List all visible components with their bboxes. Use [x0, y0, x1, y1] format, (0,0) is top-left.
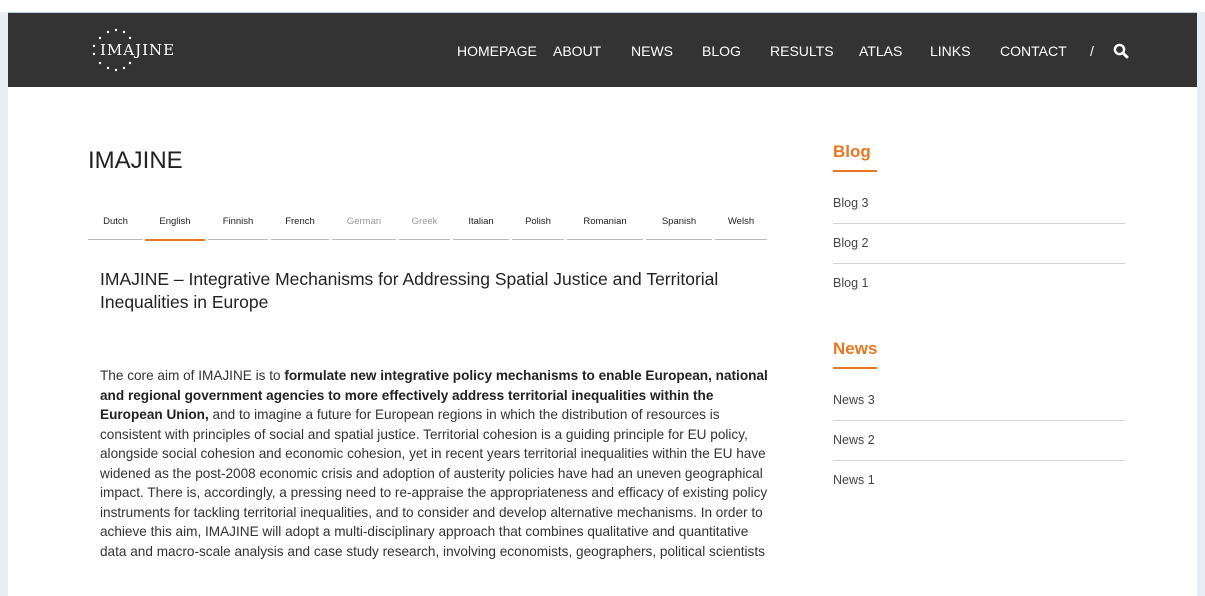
nav-separator: /: [1090, 43, 1094, 59]
page-title: IMAJINE: [88, 147, 183, 174]
tab-label: Romanian: [583, 216, 627, 227]
search-icon[interactable]: [1112, 42, 1130, 60]
sidebar-news-heading: News: [833, 339, 878, 358]
tab-label: Italian: [468, 216, 494, 227]
sidebar-item-label: Blog 2: [833, 236, 869, 250]
tab-label: Finnish: [222, 216, 254, 227]
sidebar-news-underline: [833, 367, 877, 369]
tab-spanish[interactable]: Spanish: [646, 210, 712, 240]
tab-finnish[interactable]: Finnish: [208, 210, 268, 240]
sidebar-news-item[interactable]: News 2: [833, 421, 1125, 461]
nav-blog[interactable]: BLOG: [702, 43, 741, 59]
article-body: The core aim of IMAJINE is to formulate …: [100, 366, 774, 561]
sidebar-blog-item[interactable]: Blog 2: [833, 224, 1125, 264]
tab-label: Welsh: [727, 216, 755, 227]
sidebar-blog-heading: Blog: [833, 142, 871, 161]
tab-label: French: [285, 216, 315, 227]
sidebar-blog-underline: [833, 170, 877, 172]
sidebar-blog-item[interactable]: Blog 3: [833, 184, 1125, 224]
tab-label: Greek: [411, 216, 438, 227]
body-intro: The core aim of IMAJINE is to: [100, 368, 285, 383]
sidebar-item-label: News 2: [833, 433, 875, 447]
tab-english[interactable]: English: [145, 210, 205, 241]
tab-german[interactable]: German: [332, 210, 396, 240]
nav-news[interactable]: NEWS: [631, 43, 673, 59]
tab-label: Polish: [525, 216, 551, 227]
sidebar-item-label: News 1: [833, 473, 875, 487]
article-heading: IMAJINE – Integrative Mechanisms for Add…: [100, 269, 719, 312]
nav-atlas[interactable]: ATLAS: [859, 43, 902, 59]
site-logo[interactable]: IMAJINE: [88, 27, 188, 73]
tab-italian[interactable]: Italian: [453, 210, 509, 240]
tab-french[interactable]: French: [271, 210, 329, 240]
tab-romanian[interactable]: Romanian: [567, 210, 643, 240]
tab-polish[interactable]: Polish: [512, 210, 564, 240]
tab-dutch[interactable]: Dutch: [88, 210, 143, 240]
body-rest: and to imagine a future for European reg…: [100, 407, 768, 559]
page: IMAJINE HOMEPAGE ABOUT NEWS BLOG RESULTS…: [0, 0, 1205, 596]
site-header: IMAJINE HOMEPAGE ABOUT NEWS BLOG RESULTS…: [8, 12, 1197, 87]
tab-greek[interactable]: Greek: [399, 210, 450, 240]
sidebar-blog-item[interactable]: Blog 1: [833, 264, 1125, 304]
tab-label: English: [159, 216, 191, 227]
nav-contact[interactable]: CONTACT: [1000, 43, 1067, 59]
nav-about[interactable]: ABOUT: [553, 43, 601, 59]
sidebar-news-item[interactable]: News 1: [833, 461, 1125, 501]
tab-label: Dutch: [103, 216, 128, 227]
tab-label: German: [346, 216, 382, 227]
logo-text: IMAJINE: [100, 41, 176, 59]
tab-welsh[interactable]: Welsh: [715, 210, 767, 240]
nav-results[interactable]: RESULTS: [770, 43, 834, 59]
sidebar-item-label: Blog 3: [833, 196, 869, 210]
tab-label: Spanish: [661, 216, 697, 227]
nav-homepage[interactable]: HOMEPAGE: [457, 43, 537, 59]
sidebar-item-label: News 3: [833, 393, 875, 407]
nav-links[interactable]: LINKS: [930, 43, 970, 59]
sidebar-news-item[interactable]: News 3: [833, 381, 1125, 421]
sidebar-item-label: Blog 1: [833, 276, 869, 290]
